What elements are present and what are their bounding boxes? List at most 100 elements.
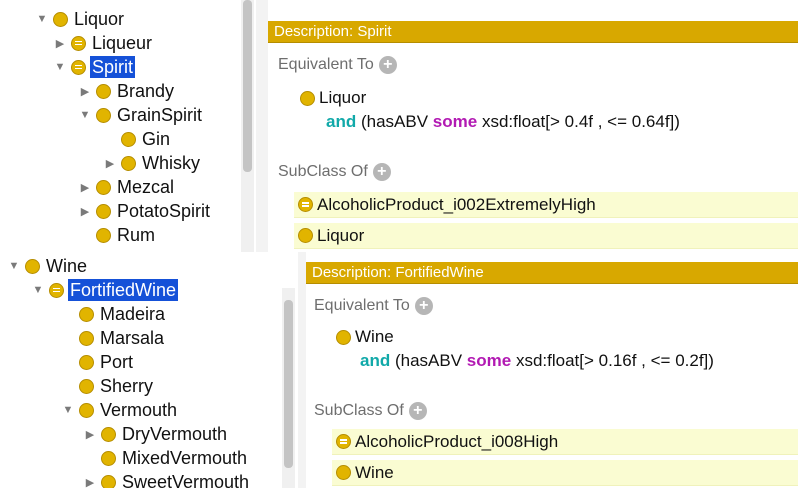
tree-item-rum[interactable]: Rum xyxy=(79,223,157,247)
tree-item-spirit[interactable]: ▼ Spirit xyxy=(54,55,136,79)
class-icon xyxy=(79,354,94,370)
tree-scrollbar[interactable] xyxy=(241,0,254,252)
class-icon xyxy=(25,258,40,274)
tree-item-label: Madeira xyxy=(100,304,166,324)
tree-item-label: Mezcal xyxy=(117,177,175,197)
tree-item-liqueur[interactable]: ▶ Liqueur xyxy=(54,31,154,55)
class-icon xyxy=(96,107,111,123)
add-icon[interactable]: + xyxy=(408,402,427,420)
tree-item-label: Brandy xyxy=(117,81,175,101)
splitter[interactable] xyxy=(298,252,306,488)
tree-item-fortifiedwine[interactable]: ▼ FortifiedWine xyxy=(32,278,179,302)
bottom-description-panel: Description: FortifiedWine Equivalent To… xyxy=(306,252,798,488)
tree-item-vermouth[interactable]: ▼ Vermouth xyxy=(62,398,179,422)
tree-item-label: Wine xyxy=(46,256,88,276)
splitter[interactable] xyxy=(256,0,268,252)
tree-item-madeira[interactable]: Madeira xyxy=(62,302,167,326)
scrollbar-thumb[interactable] xyxy=(243,0,252,172)
bottom-class-tree: ▼ Wine ▼ FortifiedWine Madeira Marsala P… xyxy=(0,252,298,488)
keyword-and: and xyxy=(326,112,357,131)
subclass-row[interactable]: AlcoholicProduct_i002ExtremelyHigh xyxy=(294,192,798,218)
scrollbar-thumb[interactable] xyxy=(284,300,293,468)
description-header: Description: Spirit xyxy=(268,21,798,43)
subclass-label: Wine xyxy=(355,462,394,482)
tree-item-label: Gin xyxy=(142,129,171,149)
class-name: Wine xyxy=(355,327,394,346)
equivalent-expression[interactable]: Wine and (hasABV some xsd:float[> 0.16f … xyxy=(336,325,714,373)
tree-item-label: Liquor xyxy=(74,9,125,29)
expand-arrow-icon[interactable]: ▶ xyxy=(84,428,96,441)
top-description-panel: Description: Spirit Equivalent To + Liqu… xyxy=(268,0,798,252)
class-icon xyxy=(79,402,94,418)
tree-item-gin[interactable]: Gin xyxy=(104,127,172,151)
expand-arrow-icon[interactable]: ▶ xyxy=(84,476,96,488)
tree-item-sherry[interactable]: Sherry xyxy=(62,374,155,398)
expand-arrow-icon[interactable]: ▶ xyxy=(54,37,66,50)
class-icon xyxy=(298,228,313,243)
equivalent-to-section: Equivalent To + xyxy=(314,297,433,315)
keyword-some: some xyxy=(432,112,478,131)
tree-item-mixedvermouth[interactable]: MixedVermouth xyxy=(84,446,249,470)
tree-item-mezcal[interactable]: ▶ Mezcal xyxy=(79,175,176,199)
subclass-row[interactable]: AlcoholicProduct_i008High xyxy=(332,429,798,455)
tree-item-port[interactable]: Port xyxy=(62,350,135,374)
add-icon[interactable]: + xyxy=(378,56,397,74)
tree-item-dryvermouth[interactable]: ▶ DryVermouth xyxy=(84,422,229,446)
tree-item-label: Liqueur xyxy=(92,33,153,53)
tree-scrollbar[interactable] xyxy=(282,288,295,488)
defined-class-icon xyxy=(71,59,86,75)
section-title: SubClass Of xyxy=(314,402,404,419)
equivalent-expression[interactable]: Liquor and (hasABV some xsd:float[> 0.4f… xyxy=(300,86,680,134)
class-icon xyxy=(121,155,136,171)
class-icon xyxy=(336,329,351,345)
tree-item-marsala[interactable]: Marsala xyxy=(62,326,166,350)
range-text: xsd:float[> 0.4f , <= 0.64f]) xyxy=(481,112,680,131)
class-name: Liquor xyxy=(319,88,367,107)
class-icon xyxy=(79,330,94,346)
expand-arrow-icon[interactable]: ▶ xyxy=(79,181,91,194)
tree-item-sweetvermouth[interactable]: ▶ SweetVermouth xyxy=(84,470,251,488)
collapse-arrow-icon[interactable]: ▼ xyxy=(62,404,74,416)
collapse-arrow-icon[interactable]: ▼ xyxy=(8,260,20,272)
tree-item-label: Marsala xyxy=(100,328,165,348)
tree-item-liquor[interactable]: ▼ Liquor xyxy=(36,7,126,31)
tree-item-potatospirit[interactable]: ▶ PotatoSpirit xyxy=(79,199,212,223)
class-icon xyxy=(96,179,111,195)
class-icon xyxy=(79,306,94,322)
defined-class-icon xyxy=(71,35,86,51)
expand-arrow-icon[interactable]: ▶ xyxy=(79,85,91,98)
expand-arrow-icon[interactable]: ▶ xyxy=(104,157,116,170)
collapse-arrow-icon[interactable]: ▼ xyxy=(32,284,44,296)
expand-arrow-icon[interactable]: ▶ xyxy=(79,205,91,218)
collapse-arrow-icon[interactable]: ▼ xyxy=(79,109,91,121)
tree-item-label: GrainSpirit xyxy=(117,105,203,125)
keyword-some: some xyxy=(466,351,512,370)
subclass-label: AlcoholicProduct_i008High xyxy=(355,431,559,451)
tree-item-brandy[interactable]: ▶ Brandy xyxy=(79,79,176,103)
class-icon xyxy=(121,131,136,147)
class-icon xyxy=(101,426,116,442)
tree-item-grainspirit[interactable]: ▼ GrainSpirit xyxy=(79,103,204,127)
subclass-row[interactable]: Wine xyxy=(332,460,798,486)
add-icon[interactable]: + xyxy=(414,297,433,315)
tree-item-whisky[interactable]: ▶ Whisky xyxy=(104,151,202,175)
defined-class-icon xyxy=(336,434,351,449)
tree-item-label: Rum xyxy=(117,225,156,245)
subclass-row[interactable]: Liquor xyxy=(294,223,798,249)
collapse-arrow-icon[interactable]: ▼ xyxy=(54,61,66,73)
add-icon[interactable]: + xyxy=(372,163,391,181)
tree-item-label: SweetVermouth xyxy=(122,472,250,488)
section-title: SubClass Of xyxy=(278,163,368,180)
tree-item-wine[interactable]: ▼ Wine xyxy=(8,254,89,278)
class-icon xyxy=(101,450,116,466)
tree-item-label: PotatoSpirit xyxy=(117,201,211,221)
subclass-label: AlcoholicProduct_i002ExtremelyHigh xyxy=(317,194,596,214)
tree-item-label-selected: FortifiedWine xyxy=(68,279,179,301)
section-title: Equivalent To xyxy=(278,56,374,73)
defined-class-icon xyxy=(298,197,313,212)
equivalent-to-section: Equivalent To + xyxy=(278,56,397,74)
class-icon xyxy=(53,11,68,27)
class-icon xyxy=(96,227,111,243)
class-icon xyxy=(96,83,111,99)
collapse-arrow-icon[interactable]: ▼ xyxy=(36,13,48,25)
